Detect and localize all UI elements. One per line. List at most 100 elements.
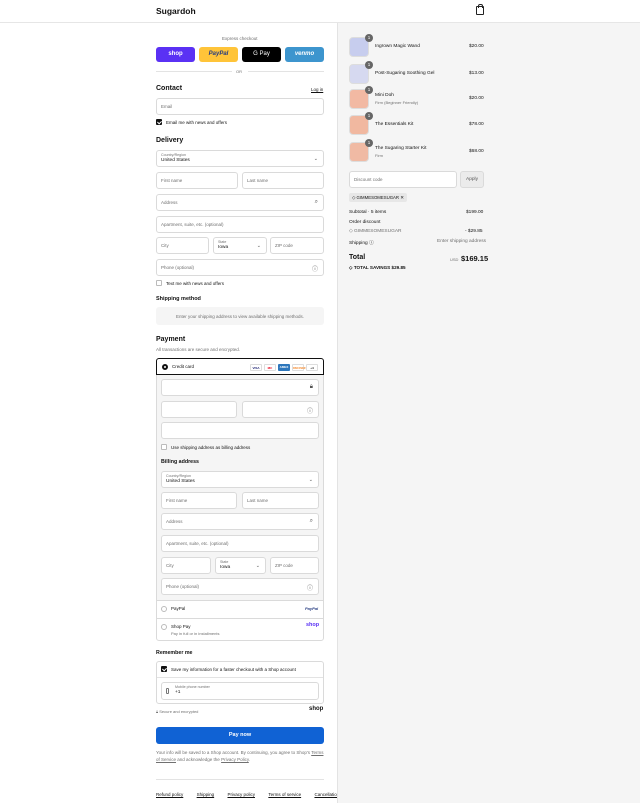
payment-heading: Payment bbox=[156, 336, 186, 343]
security-code-field[interactable]: ⓘ bbox=[242, 401, 319, 418]
card-number-field[interactable]: 🔒︎ bbox=[161, 379, 319, 396]
chevron-down-icon: ⌄ bbox=[313, 156, 318, 162]
state-select[interactable]: State Iowa ⌄ bbox=[213, 237, 267, 254]
billing-zip-field[interactable]: ZIP code bbox=[270, 557, 319, 574]
credit-card-label: Credit card bbox=[172, 364, 195, 369]
tag-icon: ◇ bbox=[352, 195, 356, 200]
shipping-label: Shipping ⓘ bbox=[349, 239, 374, 246]
email-field[interactable]: Email bbox=[156, 98, 324, 115]
venmo-button[interactable]: venmo bbox=[285, 47, 324, 62]
save-info-label: Save my information for a faster checkou… bbox=[171, 667, 296, 672]
help-icon[interactable]: ⓘ bbox=[369, 241, 374, 246]
billing-phone-field[interactable]: Phone (optional) ⓘ bbox=[161, 578, 319, 595]
phone-field[interactable]: Phone (optional) ⓘ bbox=[156, 259, 324, 276]
more-cards-icon: +4 bbox=[306, 364, 318, 371]
chevron-down-icon: ⌄ bbox=[255, 563, 260, 569]
shipping-value: Enter shipping address bbox=[437, 239, 487, 244]
subtotal-value: $199.00 bbox=[466, 210, 484, 215]
product-price: $78.00 bbox=[469, 122, 484, 127]
or-separator: OR bbox=[236, 69, 242, 74]
savings-value: $29.85 bbox=[391, 265, 406, 270]
news-label: Email me with news and offers bbox=[166, 120, 227, 125]
privacy-policy-link[interactable]: Privacy policy bbox=[227, 792, 255, 797]
shop-pay-button[interactable]: shop bbox=[156, 47, 195, 62]
use-shipping-checkbox[interactable] bbox=[161, 444, 167, 450]
shop-pay-option[interactable]: Shop Pay Pay in full or in installments … bbox=[157, 619, 323, 641]
shop-pay-label: Shop Pay bbox=[171, 624, 191, 629]
help-icon[interactable]: ⓘ bbox=[307, 406, 313, 415]
text-news-label: Text me with news and offers bbox=[166, 281, 224, 286]
shopping-bag-icon[interactable] bbox=[476, 4, 484, 15]
billing-apartment-field[interactable]: Apartment, suite, etc. (optional) bbox=[161, 535, 319, 552]
name-on-card-field[interactable] bbox=[161, 422, 319, 439]
mobile-phone-field[interactable]: Mobile phone number +1 bbox=[161, 682, 319, 700]
payment-subtext: All transactions are secure and encrypte… bbox=[156, 347, 241, 352]
shop-pay-radio[interactable] bbox=[161, 624, 167, 630]
zip-field[interactable]: ZIP code bbox=[270, 237, 324, 254]
country-select[interactable]: Country/Region United States ⌄ bbox=[156, 150, 324, 167]
footer-links: Refund policy Shipping Privacy policy Te… bbox=[156, 783, 341, 801]
phone-placeholder: Phone (optional) bbox=[161, 265, 195, 270]
legal-end: . bbox=[248, 757, 251, 762]
mobile-icon bbox=[166, 688, 169, 694]
apply-button[interactable]: Apply bbox=[460, 171, 484, 188]
chevron-down-icon: ⌄ bbox=[256, 243, 261, 249]
credit-card-option[interactable]: Credit card VISA MC AMEX DISCOVER +4 bbox=[156, 358, 324, 375]
shipping-link[interactable]: Shipping bbox=[197, 792, 215, 797]
discount-code-field[interactable]: Discount code bbox=[349, 171, 457, 188]
shipping-method-heading: Shipping method bbox=[156, 296, 201, 302]
savings-label: TOTAL SAVINGS bbox=[353, 265, 391, 270]
refund-policy-link[interactable]: Refund policy bbox=[156, 792, 183, 797]
privacy-link[interactable]: Privacy Policy bbox=[221, 757, 249, 762]
paypal-radio[interactable] bbox=[161, 606, 167, 612]
last-name-field[interactable]: Last name bbox=[242, 172, 324, 189]
billing-last-placeholder: Last name bbox=[247, 498, 269, 503]
product-price: $20.00 bbox=[469, 44, 484, 49]
pay-now-button[interactable]: Pay now bbox=[156, 727, 324, 744]
billing-address-field[interactable]: Address ⌕ bbox=[161, 513, 319, 530]
brand-logo[interactable]: Sugardoh bbox=[156, 6, 196, 16]
city-placeholder: City bbox=[161, 243, 169, 248]
billing-city-field[interactable]: City bbox=[161, 557, 211, 574]
shipping-note: Enter your shipping address to view avai… bbox=[175, 314, 305, 319]
billing-phone-placeholder: Phone (optional) bbox=[166, 584, 200, 589]
use-shipping-label: Use shipping address as billing address bbox=[171, 445, 251, 450]
billing-first-name-field[interactable]: First name bbox=[161, 492, 237, 509]
remove-icon[interactable]: ✕ bbox=[400, 195, 404, 200]
discount-code-text: GIMMESOMESUGAR bbox=[354, 229, 402, 234]
terms-link[interactable]: Terms of service bbox=[268, 792, 301, 797]
paypal-option[interactable]: PayPal PayPal bbox=[157, 601, 323, 618]
footer-divider bbox=[156, 779, 324, 780]
billing-state-label: State bbox=[220, 560, 229, 564]
billing-country-select[interactable]: Country/Region United States ⌄ bbox=[161, 471, 319, 488]
help-icon[interactable]: ⓘ bbox=[307, 583, 313, 592]
billing-last-name-field[interactable]: Last name bbox=[242, 492, 319, 509]
country-label: Country/Region bbox=[161, 153, 186, 157]
top-header: Sugardoh bbox=[0, 0, 640, 23]
chevron-down-icon: ⌄ bbox=[308, 477, 313, 483]
product-name: Post-Sugaring Soothing Gel bbox=[375, 71, 435, 76]
apartment-field[interactable]: Apartment, suite, etc. (optional) bbox=[156, 216, 324, 233]
login-link[interactable]: Log in bbox=[311, 87, 323, 92]
product-name: The Sugaring Starter Kit bbox=[375, 146, 427, 151]
billing-state-select[interactable]: State Iowa ⌄ bbox=[215, 557, 266, 574]
search-icon: ⌕ bbox=[309, 518, 313, 524]
address-field[interactable]: Address ⌕ bbox=[156, 194, 324, 211]
first-name-field[interactable]: First name bbox=[156, 172, 238, 189]
news-checkbox[interactable] bbox=[156, 119, 162, 125]
save-info-checkbox[interactable] bbox=[161, 666, 167, 672]
paypal-button[interactable]: PayPal bbox=[199, 47, 238, 62]
text-news-checkbox[interactable] bbox=[156, 280, 162, 286]
shop-wordmark: shop bbox=[309, 706, 324, 712]
quantity-badge: 1 bbox=[365, 112, 373, 120]
total-label: Total bbox=[349, 254, 366, 261]
google-pay-button[interactable]: G Pay bbox=[242, 47, 281, 62]
city-field[interactable]: City bbox=[156, 237, 209, 254]
help-icon[interactable]: ⓘ bbox=[312, 264, 318, 273]
total-value: $169.15 bbox=[461, 254, 489, 263]
divider-left bbox=[156, 71, 232, 72]
discount-tag: ◇ GIMMESOMESUGAR ✕ bbox=[349, 193, 407, 202]
credit-card-radio[interactable] bbox=[162, 364, 168, 370]
expiration-field[interactable] bbox=[161, 401, 237, 418]
zip-placeholder: ZIP code bbox=[275, 243, 293, 248]
